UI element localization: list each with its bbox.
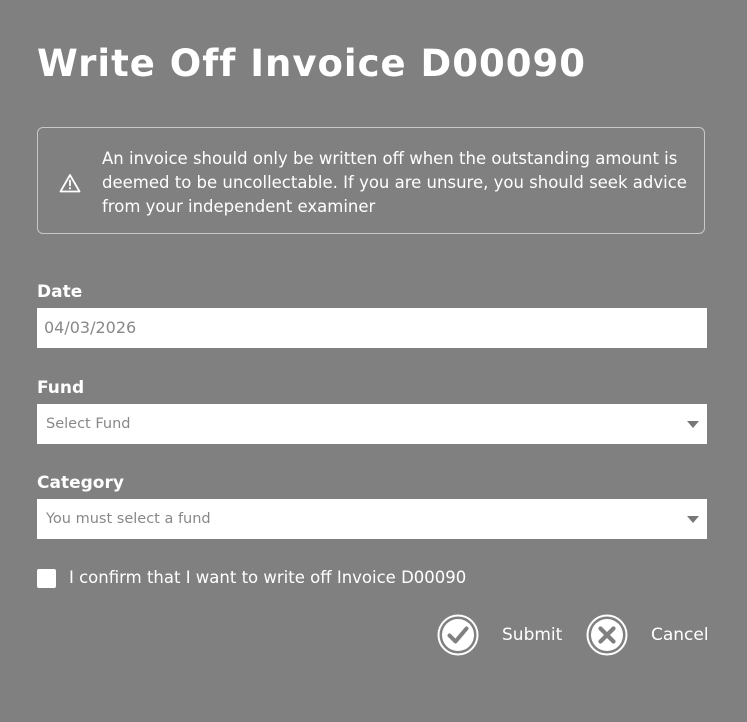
warning-triangle-icon <box>59 174 81 193</box>
dialog-title: Write Off Invoice D00090 <box>37 42 586 85</box>
date-value: 04/03/2026 <box>44 318 137 337</box>
confirm-row: I confirm that I want to write off Invoi… <box>37 567 466 589</box>
date-input[interactable]: 04/03/2026 <box>37 308 707 348</box>
x-circle-icon <box>586 614 628 656</box>
category-placeholder: You must select a fund <box>46 511 211 527</box>
date-label: Date <box>37 282 83 302</box>
submit-label: Submit <box>502 625 563 645</box>
chevron-down-icon <box>687 516 699 523</box>
fund-select[interactable]: Select Fund <box>37 404 707 444</box>
warning-text: An invoice should only be written off wh… <box>102 149 687 216</box>
check-circle-icon <box>437 614 479 656</box>
fund-placeholder: Select Fund <box>46 416 131 432</box>
cancel-label: Cancel <box>651 625 709 645</box>
warning-box: An invoice should only be written off wh… <box>37 127 705 234</box>
category-select[interactable]: You must select a fund <box>37 499 707 539</box>
confirm-checkbox[interactable] <box>37 568 56 588</box>
cancel-button[interactable]: Cancel <box>586 614 709 656</box>
fund-label: Fund <box>37 378 85 398</box>
confirm-label: I confirm that I want to write off Invoi… <box>69 568 467 587</box>
submit-button[interactable]: Submit <box>437 614 562 656</box>
chevron-down-icon <box>687 421 699 428</box>
category-label: Category <box>37 473 124 493</box>
